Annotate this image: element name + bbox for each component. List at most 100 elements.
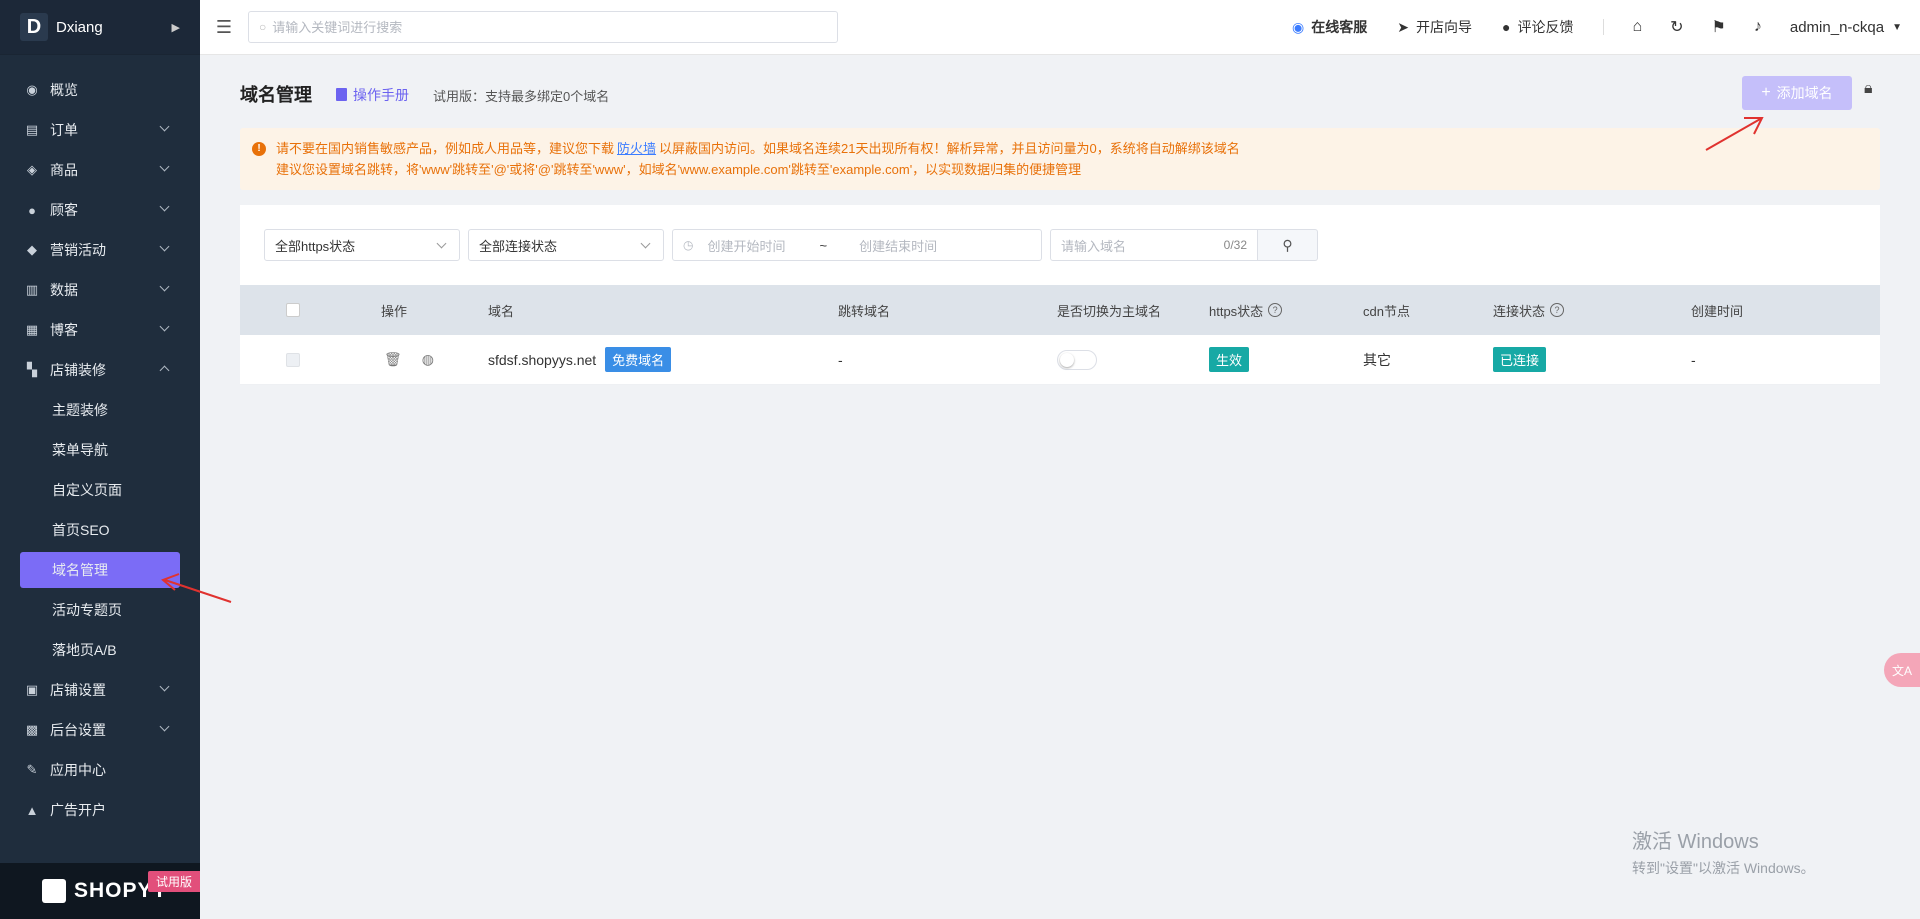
manual-link[interactable]: 操作手册 [336,85,409,105]
globe-icon[interactable]: ◍ [422,351,434,368]
chevron-down-icon [159,161,170,172]
chevron-down-icon [159,121,170,132]
search-button[interactable]: ⚲ [1258,229,1318,261]
store-logo: D [20,13,48,41]
https-status-badge: 生效 [1209,347,1250,372]
domain-cell: sfdsf.shopyys.net 免费域名 [488,347,672,372]
sidebar-item-label: 广告开户 [50,802,106,818]
notice-text-1b: 以屏蔽国内访问。如果域名连续21天出现所有权！解析异常，并且访问量为0，系统将自… [659,141,1240,156]
sidebar-item-admin-settings[interactable]: ▩ 后台设置 [0,710,200,750]
header-op: 操作 [381,303,408,319]
sidebar-item-data[interactable]: ▥ 数据 [0,270,200,310]
connect-status-select[interactable]: 全部连接状态 [468,229,664,261]
sidebar-item-label: 商品 [50,162,78,178]
sidebar-menu: ◉ 概览 ▤ 订单 ◈ 商品 ● 顾客 ◆ 营销活动 ▥ 数据 ▦ 博客 ▚ 店… [0,55,200,830]
help-icon[interactable]: ? [1550,303,1565,317]
user-menu[interactable]: admin_n-ckqa ▼ [1790,19,1902,36]
sidebar-subitem-theme[interactable]: 主题装修 [0,390,200,430]
sidebar-item-store-settings[interactable]: ▣ 店铺设置 [0,670,200,710]
sidebar-item-label: 店铺装修 [50,362,106,378]
sidebar-footer: SHOPYY 试用版 [0,863,200,919]
sidebar-subitem-home-seo[interactable]: 首页SEO [0,510,200,550]
caret-down-icon: ▼ [1892,21,1902,33]
hamburger-icon[interactable]: ☰ [204,17,244,38]
trial-badge: 试用版 [147,871,200,892]
sidebar-item-label: 店铺设置 [50,682,106,698]
header-created: 创建时间 [1691,303,1744,319]
plus-icon: + [1761,84,1771,101]
chevron-down-icon [159,281,170,292]
chevron-down-icon [436,238,447,249]
domain-search-input[interactable]: 请输入域名 0/32 [1050,229,1258,261]
bar-chart-icon: ▥ [25,282,39,297]
chevron-down-icon [159,721,170,732]
header-connect-label: 连接状态 [1493,303,1546,319]
paper-plane-icon: ➤ [1397,18,1409,35]
start-date-input[interactable]: 创建开始时间 [707,236,785,255]
sidebar-item-ad-account[interactable]: ▲ 广告开户 [0,790,200,830]
search-input[interactable] [272,19,837,35]
header-https: https状态 ? [1209,301,1283,320]
username: admin_n-ckqa [1789,18,1885,36]
sidebar-subitem-landing-ab[interactable]: 落地页A/B [0,630,200,670]
sidebar-subitem-menu-nav[interactable]: 菜单导航 [0,430,200,470]
header-connect: 连接状态 ? [1493,301,1565,320]
online-support-label: 在线客服 [1311,19,1368,35]
sidebar-item-label: 营销活动 [50,242,106,258]
https-status-select[interactable]: 全部https状态 [264,229,460,261]
blog-icon: ▦ [25,322,39,337]
global-search[interactable]: ○ [248,11,838,43]
add-domain-button[interactable]: + 添加域名 [1742,76,1852,110]
warning-notice: ! 请不要在国内销售敏感产品，例如成人用品等，建议您下载 防火墙 以屏蔽国内访问… [240,128,1880,190]
firewall-link[interactable]: 防火墙 [617,138,656,159]
refresh-icon[interactable]: ↻ [1670,17,1683,37]
chevron-down-icon [640,238,651,249]
sidebar-item-overview[interactable]: ◉ 概览 [0,70,200,110]
windows-line-2: 转到"设置"以激活 Windows。 [1632,860,1815,876]
flag-icon[interactable]: ⚑ [1712,17,1726,37]
domain-panel: 全部https状态 全部连接状态 ◷ 创建开始时间 ~ 创建结束时间 请输入域名… [240,205,1880,385]
end-date-input[interactable]: 创建结束时间 [859,236,937,255]
chevron-down-icon [159,321,170,332]
manual-label: 操作手册 [353,86,409,103]
sidebar-item-marketing[interactable]: ◆ 营销活动 [0,230,200,270]
connect-status-badge: 已连接 [1493,347,1547,372]
sidebar-item-orders[interactable]: ▤ 订单 [0,110,200,150]
lock-icon[interactable]: 🔒︎ [1864,80,1873,98]
trash-icon[interactable]: 🗑︎ [384,351,402,368]
sidebar-item-customers[interactable]: ● 顾客 [0,190,200,230]
sidebar-item-app-center[interactable]: ✎ 应用中心 [0,750,200,790]
shopping-bag-icon [42,879,66,903]
chevron-down-icon [159,201,170,212]
home-icon[interactable]: ⌂ [1632,18,1642,36]
gauge-icon: ◉ [26,82,38,97]
bell-icon[interactable]: ♪ [1754,18,1762,36]
box-icon: ◈ [27,162,37,177]
setup-guide-link[interactable]: ➤ 开店向导 [1397,17,1472,37]
topbar: ☰ ○ ◉ 在线客服 ➤ 开店向导 ● 评论反馈 ⌂ ↻ ⚑ ♪ admin_n… [200,0,1920,55]
store-name: Dxiang [56,18,103,36]
translate-icon[interactable]: 文A [1884,653,1920,687]
online-support-link[interactable]: ◉ 在线客服 [1292,17,1367,37]
support-icon: ◉ [1292,18,1305,35]
store-switcher[interactable]: D Dxiang ▶ [0,0,200,55]
sidebar-subitem-custom-page[interactable]: 自定义页面 [0,470,200,510]
feedback-link[interactable]: ● 评论反馈 [1502,17,1573,37]
range-separator: ~ [819,237,828,253]
main-domain-toggle[interactable] [1057,349,1097,370]
sidebar-item-decoration[interactable]: ▚ 店铺装修 [0,350,200,390]
sidebar-item-label: 概览 [50,82,78,98]
sidebar-item-label: 订单 [50,122,78,138]
user-icon: ● [28,202,36,218]
main-content: 域名管理 操作手册 试用版：支持最多绑定0个域名 + 添加域名 🔒︎ ! 请不要… [200,55,1920,919]
select-all-checkbox[interactable] [286,303,300,317]
filter-bar: 全部https状态 全部连接状态 ◷ 创建开始时间 ~ 创建结束时间 请输入域名… [264,229,1318,261]
help-icon[interactable]: ? [1268,303,1283,317]
header-switch-main: 是否切换为主域名 [1057,303,1162,319]
page-header: 域名管理 操作手册 试用版：支持最多绑定0个域名 [240,81,609,107]
date-range-picker[interactable]: ◷ 创建开始时间 ~ 创建结束时间 [672,229,1042,261]
tag-icon: ◆ [27,242,37,257]
sidebar-item-products[interactable]: ◈ 商品 [0,150,200,190]
sidebar-item-blog[interactable]: ▦ 博客 [0,310,200,350]
header-cdn: cdn节点 [1363,303,1410,319]
